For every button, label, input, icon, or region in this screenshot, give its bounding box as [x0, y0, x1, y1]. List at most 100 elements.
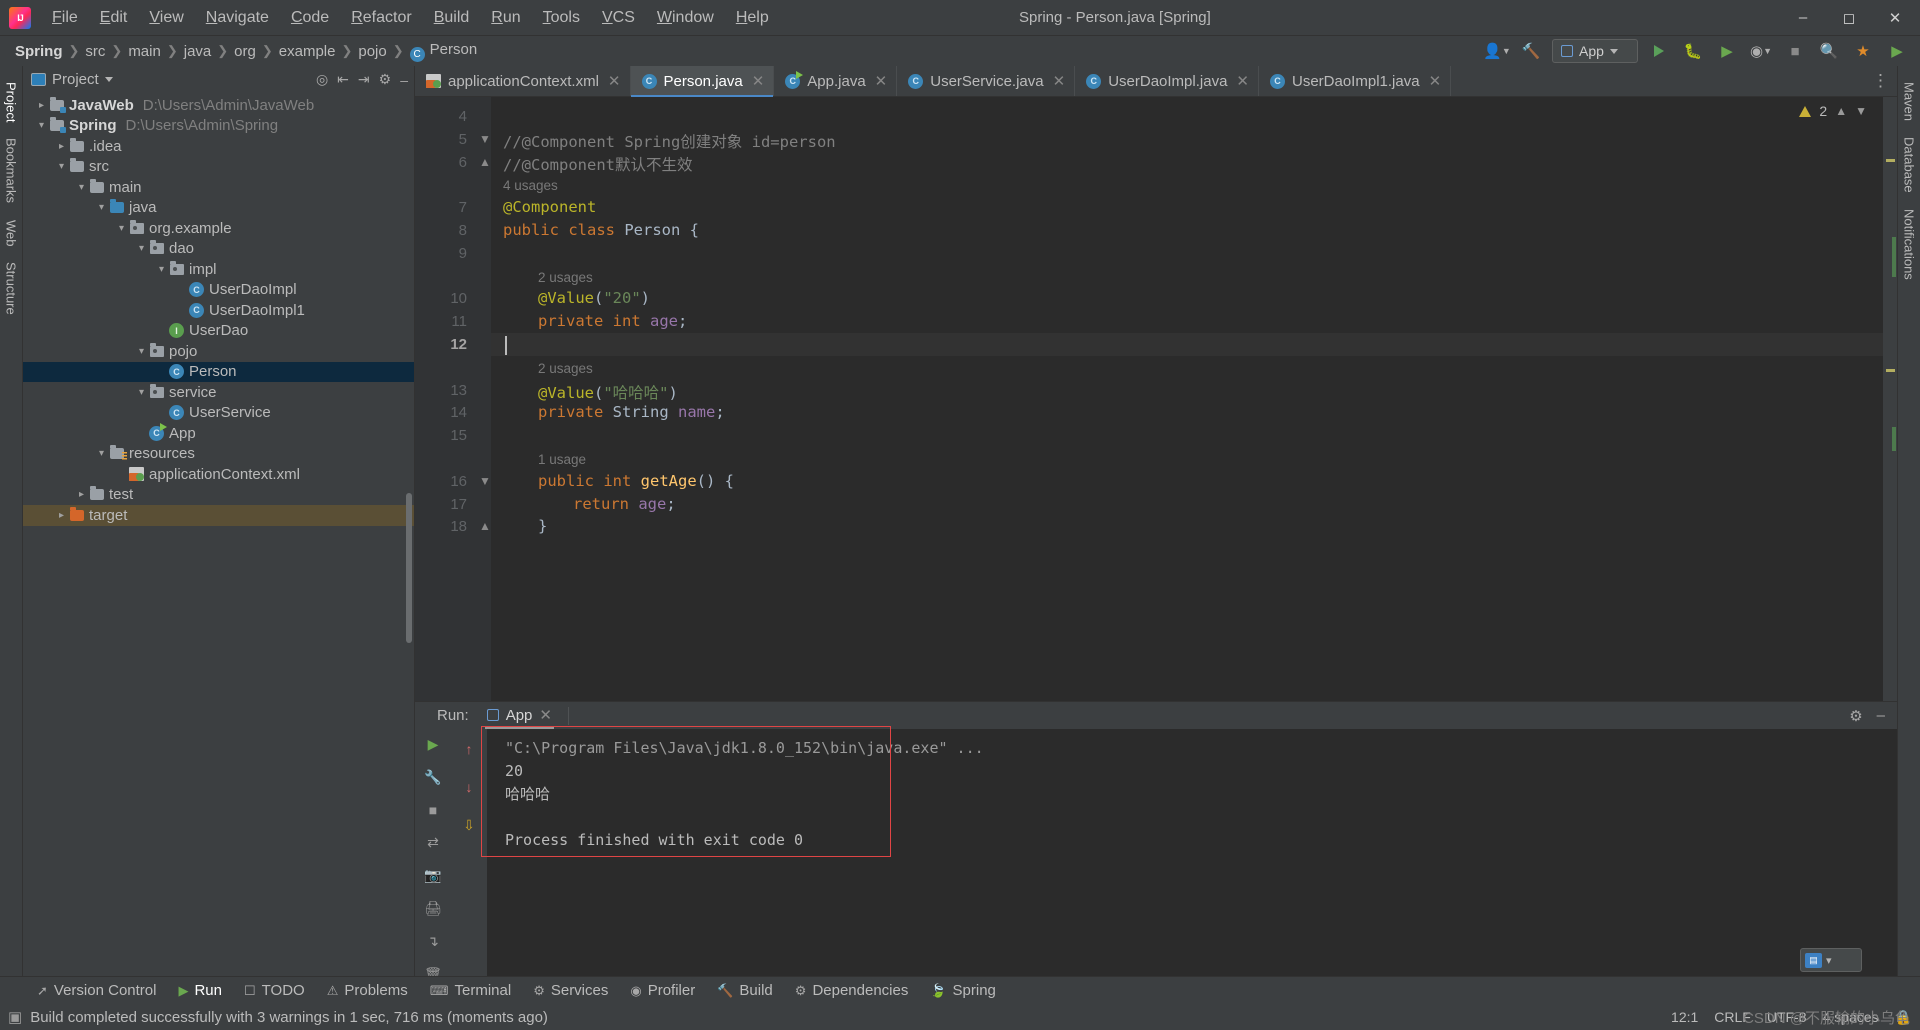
profiler-icon[interactable]: ◉ ▼	[1748, 39, 1774, 63]
tree-node-resources[interactable]: ▾ resources	[23, 444, 414, 465]
tool-window-button-structure[interactable]: Structure	[2, 254, 21, 323]
code-content[interactable]: //@Component Spring创建对象 id=person //@Comp…	[491, 97, 1883, 701]
tree-node-impl[interactable]: ▾ impl	[23, 259, 414, 280]
chevron-down-icon[interactable]: ▼	[1855, 104, 1867, 118]
run-with-coverage-icon[interactable]: ▶	[1714, 39, 1740, 63]
tree-node-app[interactable]: C App	[23, 422, 414, 444]
chevron-down-icon[interactable]	[104, 77, 113, 82]
editor-tab-applicationcontext-xml[interactable]: applicationContext.xml ✕	[415, 66, 631, 96]
menu-item-navigate[interactable]: Navigate	[195, 6, 280, 30]
breadcrumb-item-pojo[interactable]: pojo	[353, 42, 391, 61]
chevron-up-icon[interactable]: ▲	[1835, 104, 1847, 118]
tree-node-target[interactable]: ▸ target	[23, 505, 414, 526]
camera-icon[interactable]: 📷	[424, 867, 441, 884]
editor-tab-person-java[interactable]: C Person.java ✕	[630, 66, 775, 97]
run-tab-app[interactable]: App ✕	[481, 703, 558, 729]
breadcrumb-item-org[interactable]: org	[229, 42, 261, 61]
code-editor[interactable]: 4 5 6 7 8 9 10 11 12 13 14 15 16 17 18 ▼ ▲ ▼ ▲ //@Compone…	[415, 97, 1897, 701]
tree-node-userdaoimpl[interactable]: C UserDaoImpl	[23, 280, 414, 301]
chevron-right-icon[interactable]: ▸	[55, 510, 68, 521]
tree-node-javaweb[interactable]: ▸ JavaWeb D:\Users\Admin\JavaWeb	[23, 95, 414, 116]
chevron-down-icon[interactable]: ▾	[35, 120, 48, 131]
debug-icon[interactable]: 🐛	[1680, 39, 1706, 63]
usages-inlay-hint[interactable]: 1 usage	[538, 452, 586, 467]
tree-node-org-example[interactable]: ▾ org.example	[23, 218, 414, 239]
tool-window-button-web[interactable]: Web	[2, 212, 21, 255]
menu-item-vcs[interactable]: VCS	[591, 6, 646, 30]
code-line[interactable]: //@Component Spring创建对象 id=person	[503, 130, 836, 152]
code-line[interactable]: public class Person {	[503, 221, 699, 239]
rerun-icon[interactable]: ▶	[428, 736, 439, 753]
chevron-down-icon[interactable]: ▾	[95, 202, 108, 213]
tool-window-button-project[interactable]: Project	[2, 74, 21, 130]
hide-icon[interactable]: –	[1877, 707, 1885, 724]
chevron-down-icon[interactable]: ▾	[135, 387, 148, 398]
tool-window-button-notifications[interactable]: Notifications	[1900, 201, 1919, 288]
rerun-failed-icon[interactable]: ⇄	[427, 834, 439, 851]
tree-node-userdaoimpl1[interactable]: C UserDaoImpl1	[23, 300, 414, 321]
menu-item-build[interactable]: Build	[423, 6, 481, 30]
editor-tab-userdaoimpl-java[interactable]: C UserDaoImpl.java ✕	[1075, 66, 1259, 96]
minimize-icon[interactable]: –	[1780, 1, 1826, 35]
tree-node-java[interactable]: ▾ java	[23, 198, 414, 219]
tree-node-main[interactable]: ▾ main	[23, 177, 414, 198]
chevron-down-icon[interactable]: ▾	[135, 346, 148, 357]
tree-node-dao[interactable]: ▾ dao	[23, 239, 414, 260]
fold-start-icon[interactable]: ▼	[479, 475, 491, 487]
close-icon[interactable]: ✕	[1429, 72, 1442, 90]
error-stripe-markers[interactable]	[1883, 97, 1897, 701]
tool-window-button-profiler[interactable]: ◉ Profiler	[619, 979, 706, 1002]
hide-icon[interactable]: –	[400, 72, 408, 88]
settings-gear-icon[interactable]: ⚙	[379, 71, 392, 88]
chevron-down-icon[interactable]: ▾	[115, 223, 128, 234]
usages-inlay-hint[interactable]: 2 usages	[538, 270, 593, 285]
fold-end-icon[interactable]: ▲	[479, 156, 491, 168]
code-line[interactable]: private int age;	[538, 312, 687, 330]
console-output[interactable]: "C:\Program Files\Java\jdk1.8.0_152\bin\…	[481, 726, 1897, 976]
account-icon[interactable]: 👤 ▼	[1483, 39, 1511, 63]
menu-item-edit[interactable]: Edit	[89, 6, 139, 30]
close-icon[interactable]: ✕	[1236, 72, 1249, 90]
settings-gear-icon[interactable]: ⚙	[1849, 707, 1862, 725]
tool-window-button-maven[interactable]: Maven	[1900, 74, 1919, 129]
wrench-icon[interactable]: 🔧	[424, 769, 441, 786]
chevron-right-icon[interactable]: ▸	[55, 141, 68, 152]
tree-node-applicationcontext-xml[interactable]: applicationContext.xml	[23, 464, 414, 485]
tree-node--idea[interactable]: ▸ .idea	[23, 136, 414, 157]
close-icon[interactable]: ✕	[875, 72, 888, 90]
run-icon[interactable]	[1646, 39, 1672, 63]
usages-inlay-hint[interactable]: 2 usages	[538, 361, 593, 376]
menu-item-run[interactable]: Run	[480, 6, 531, 30]
tool-window-button-bookmarks[interactable]: Bookmarks	[2, 130, 21, 211]
menu-item-code[interactable]: Code	[280, 6, 340, 30]
editor-tabs-overflow[interactable]: ⋮	[1864, 66, 1897, 96]
tree-node-person[interactable]: C Person	[23, 361, 414, 382]
breadcrumb-item-main[interactable]: main	[123, 42, 166, 61]
menu-item-tools[interactable]: Tools	[532, 6, 591, 30]
ime-indicator[interactable]: ▤ ▾	[1800, 948, 1862, 972]
inspection-widget[interactable]: 2 ▲ ▼	[1799, 103, 1867, 119]
project-tree-scrollbar[interactable]	[406, 493, 412, 643]
tool-window-button-dependencies[interactable]: ⚙ Dependencies	[784, 979, 920, 1002]
menu-item-help[interactable]: Help	[725, 6, 780, 30]
tree-node-service[interactable]: ▾ service	[23, 382, 414, 403]
chevron-down-icon[interactable]: ▾	[95, 448, 108, 459]
collapse-all-icon[interactable]: ⇥	[358, 71, 370, 88]
usages-inlay-hint[interactable]: 4 usages	[503, 178, 558, 193]
chevron-down-icon[interactable]: ▾	[155, 264, 168, 275]
breadcrumb-item-spring[interactable]: Spring	[10, 42, 68, 61]
run-configuration-selector[interactable]: App	[1552, 39, 1638, 63]
caret-position[interactable]: 12:1	[1671, 1009, 1698, 1025]
down-arrow-icon[interactable]: ↓	[466, 779, 473, 795]
close-icon[interactable]: ✕	[539, 706, 552, 724]
editor-tab-userdaoimpl1-java[interactable]: C UserDaoImpl1.java ✕	[1259, 66, 1452, 96]
scroll-to-end-icon[interactable]: ⇩	[463, 817, 475, 834]
tool-window-button-build[interactable]: 🔨 Build	[706, 979, 784, 1002]
search-icon[interactable]: 🔍	[1816, 39, 1842, 63]
close-icon[interactable]: ✕	[1872, 1, 1918, 35]
fold-end-icon[interactable]: ▲	[479, 520, 491, 532]
updates-icon[interactable]: ★	[1850, 39, 1876, 63]
close-icon[interactable]: ✕	[752, 72, 765, 90]
breadcrumb-item-java[interactable]: java	[179, 42, 217, 61]
code-line[interactable]: }	[538, 517, 547, 535]
